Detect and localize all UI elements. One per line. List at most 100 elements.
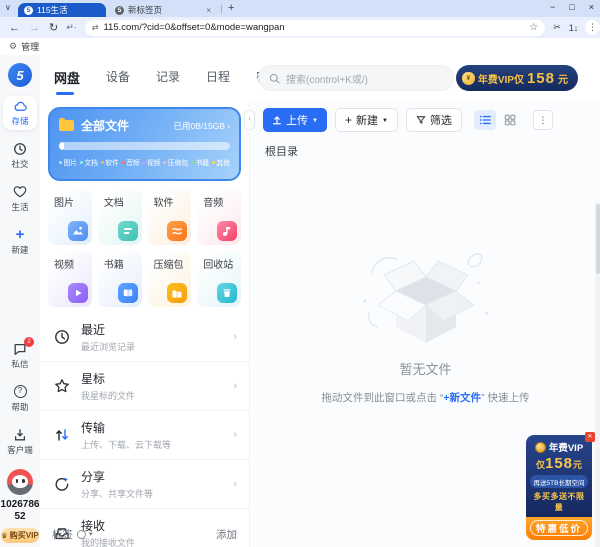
filter-icon xyxy=(416,116,426,124)
back-button[interactable]: ← xyxy=(9,22,20,34)
storage-usage: 已用0B/15GB xyxy=(173,120,226,131)
chevron-right-icon: › xyxy=(227,120,230,131)
message-badge: 2 xyxy=(24,337,34,347)
type-zip[interactable]: 压缩包 xyxy=(163,157,188,167)
heart-icon xyxy=(3,185,37,200)
favicon-115-icon: 5 xyxy=(24,5,33,15)
star-icon xyxy=(54,378,70,394)
tab-new-tab[interactable]: 5 新标签页 × xyxy=(109,3,217,17)
promo-cta[interactable]: 特惠低价 xyxy=(526,517,592,540)
rail-item-create[interactable]: + 新建 xyxy=(3,225,37,259)
user-avatar[interactable] xyxy=(7,469,33,495)
shortcut-transfers[interactable]: 传输 上传、下载、云下载等 › xyxy=(40,411,249,460)
more-options-button[interactable]: ⋮ xyxy=(532,110,553,130)
type-software[interactable]: 软件 xyxy=(100,157,119,167)
search-icon xyxy=(269,73,280,84)
new-file-link[interactable]: +新文件 xyxy=(443,392,481,404)
book-icon xyxy=(117,283,138,303)
tab-close-icon[interactable]: × xyxy=(206,6,211,15)
category-software[interactable]: 软件 xyxy=(147,189,192,245)
promo-line2: 多买多送不限量 xyxy=(533,492,585,512)
bookmark-star-icon[interactable]: ☆ xyxy=(529,22,538,33)
window-minimize-button[interactable]: − xyxy=(550,2,555,12)
all-files-card[interactable]: 全部文件 已用0B/15GB › 图片 文档 软件 音频 视频 压缩包 书籍 其… xyxy=(48,107,241,181)
close-icon[interactable]: ✕ xyxy=(585,432,595,442)
shortcut-starred[interactable]: 星标 我星标的文件 › xyxy=(40,362,249,411)
reload-button[interactable]: ↻ xyxy=(49,21,58,34)
browser-window: ∨ 5 115生活 5 新标签页 × + − □ × ← → ↻ ↵· ⇄ 11… xyxy=(0,0,600,547)
caret-down-icon: ▼ xyxy=(381,117,388,124)
window-close-button[interactable]: × xyxy=(589,2,594,12)
upload-button[interactable]: 上传 ▼ xyxy=(263,108,327,132)
tab-records[interactable]: 记录 xyxy=(156,68,180,87)
type-video[interactable]: 视频 xyxy=(142,157,161,167)
mascot-face xyxy=(12,475,28,488)
tab-115-life[interactable]: 5 115生活 xyxy=(18,3,106,17)
url-text: 115.com/?cid=0&offset=0&mode=wangpan xyxy=(103,22,285,33)
tab-label: 115生活 xyxy=(37,5,68,15)
tags-add-button[interactable]: 添加 xyxy=(216,527,237,542)
rail-item-storage[interactable]: 存储 xyxy=(3,96,37,130)
storage-type-legend: 图片 文档 软件 音频 视频 压缩包 书籍 其他 xyxy=(59,157,230,167)
sort-extension-icon[interactable]: 1↓ xyxy=(569,23,579,33)
shortcut-recent[interactable]: 最近 最近浏览记录 › xyxy=(40,313,249,362)
help-icon: ? xyxy=(3,385,37,400)
category-recycle-bin[interactable]: 回收站 xyxy=(197,251,241,307)
tab-wangpan[interactable]: 网盘 xyxy=(54,68,80,95)
list-view-button[interactable] xyxy=(473,110,496,130)
browser-toolbar: ← → ↻ ↵· ⇄ 115.com/?cid=0&offset=0&mode=… xyxy=(0,17,600,38)
window-maximize-button[interactable]: □ xyxy=(569,2,574,12)
type-audio[interactable]: 音频 xyxy=(121,157,140,167)
tab-devices[interactable]: 设备 xyxy=(106,68,130,87)
site-info-icon[interactable]: ⇄ xyxy=(92,23,99,32)
rail-item-help[interactable]: ? 帮助 xyxy=(3,382,37,416)
type-images[interactable]: 图片 xyxy=(59,157,77,167)
search-input[interactable]: 搜索(control+K或/) xyxy=(258,65,454,91)
buy-vip-button[interactable]: ♛ 购买VIP xyxy=(1,528,39,543)
screenshot-extension-icon[interactable]: ✂ xyxy=(553,22,561,33)
scrollbar-thumb[interactable] xyxy=(595,204,600,274)
new-button[interactable]: + 新建 ▼ xyxy=(334,108,398,132)
upload-icon xyxy=(273,116,281,125)
tab-search-icon[interactable]: ∨ xyxy=(5,3,11,12)
vip-promo-body: ✕ 年费VIP 仅158元 再送5TB长期空间 多买多送不限量 xyxy=(526,432,595,517)
tab-calendar[interactable]: 日程 xyxy=(206,68,230,87)
caret-down-icon: ▾ xyxy=(89,531,93,538)
play-icon xyxy=(67,283,88,303)
chevron-right-icon: › xyxy=(233,478,237,490)
document-icon xyxy=(117,221,138,241)
view-toggle xyxy=(473,110,521,130)
vip-promo-card[interactable]: ✕ 年费VIP 仅158元 再送5TB长期空间 多买多送不限量 特惠低价 xyxy=(526,432,595,540)
folder-icon xyxy=(59,117,74,131)
category-books[interactable]: 书籍 xyxy=(97,251,142,307)
type-other[interactable]: 其他 xyxy=(211,157,230,167)
category-images[interactable]: 图片 xyxy=(48,189,92,245)
category-archives[interactable]: 压缩包 xyxy=(147,251,192,307)
rail-item-life[interactable]: 生活 xyxy=(3,182,37,216)
filter-button[interactable]: 筛选 xyxy=(405,108,462,132)
address-bar[interactable]: ⇄ 115.com/?cid=0&offset=0&mode=wangpan ☆ xyxy=(84,19,546,36)
moneybag-icon: ¥ xyxy=(461,71,475,85)
browser-menu-icon[interactable]: ⋮ xyxy=(585,20,600,35)
new-tab-button[interactable]: + xyxy=(228,2,234,14)
category-docs[interactable]: 文档 xyxy=(97,189,142,245)
type-docs[interactable]: 文档 xyxy=(79,157,98,167)
tags-dropdown[interactable]: 标签 ▾ xyxy=(52,527,93,542)
115-logo[interactable]: 5 xyxy=(8,63,32,87)
type-books[interactable]: 书籍 xyxy=(190,157,209,167)
rail-item-social[interactable]: 社交 xyxy=(3,139,37,173)
search-placeholder: 搜索(control+K或/) xyxy=(286,74,368,86)
rail-item-client[interactable]: 客户端 xyxy=(3,425,37,459)
extension-icon[interactable]: ↵· xyxy=(66,22,77,33)
bookmark-manage[interactable]: ⚙ 管理 xyxy=(9,40,39,53)
rail-item-messages[interactable]: 2 私信 xyxy=(3,337,37,373)
grid-view-button[interactable] xyxy=(499,110,521,130)
panel-collapse-handle[interactable]: ‹ xyxy=(244,110,255,130)
empty-hint: 拖动文件到此窗口或点击 “+新文件” 快速上传 xyxy=(321,392,530,404)
shortcut-share[interactable]: 分享 分享、共享文件等 › xyxy=(40,460,249,509)
breadcrumb-root[interactable]: 根目录 xyxy=(265,143,298,159)
category-video[interactable]: 视频 xyxy=(48,251,92,307)
vip-promo-badge[interactable]: ¥ 年费VIP仅 158 元 xyxy=(455,65,578,91)
category-audio[interactable]: 音频 xyxy=(197,189,241,245)
forward-button[interactable]: → xyxy=(29,22,40,34)
